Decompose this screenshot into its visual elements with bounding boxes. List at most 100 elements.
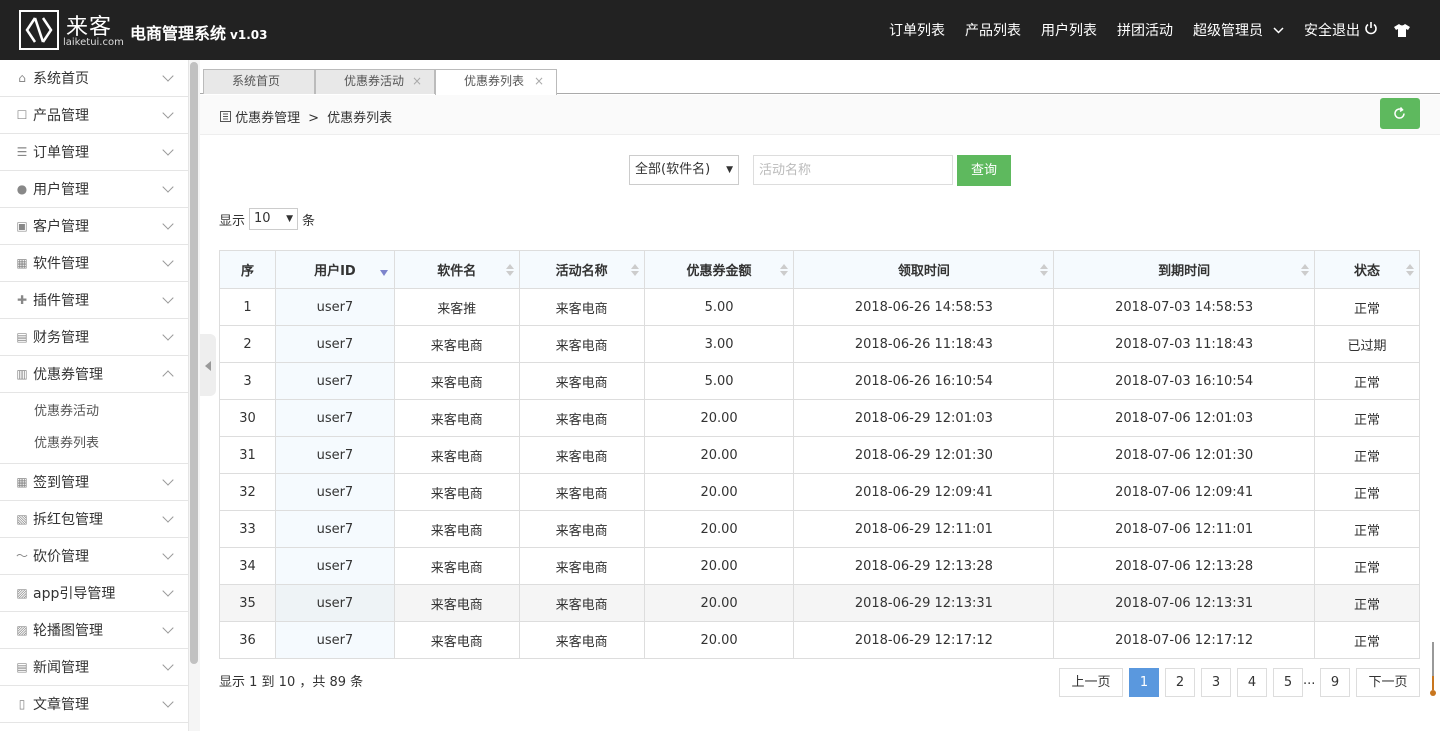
- sidebar-item-bargain[interactable]: 〜砍价管理: [0, 538, 188, 575]
- pager-page-button[interactable]: 2: [1165, 668, 1195, 697]
- column-header-software[interactable]: 软件名: [393, 250, 520, 289]
- column-header-index[interactable]: 序: [219, 250, 276, 289]
- software-filter-select[interactable]: 全部(软件名) ▼: [629, 155, 739, 185]
- sidebar-item-carousel[interactable]: ▨ 轮播图管理: [0, 612, 188, 649]
- admin-label: 超级管理员: [1193, 23, 1263, 39]
- pager-page-button[interactable]: 9: [1320, 668, 1350, 697]
- table-row: 30 user7 来客电商 来客电商 20.00 2018-06-29 12:01:03 2…: [219, 399, 1420, 437]
- tab-coupon-activity[interactable]: 优惠券活动 ×: [315, 69, 435, 94]
- search-button[interactable]: 查询: [957, 155, 1011, 186]
- cell-receive-time: 2018-06-26 16:10:54: [793, 362, 1055, 400]
- sidebar-item-user[interactable]: ● 用户管理: [0, 171, 188, 208]
- sidebar: ⌂ 系统首页 ☐ 产品管理 ☰ 订单管理 ● 用户管理 ▣ 客户管理 ▦ 软件管理 ✚ 插件管…: [0, 60, 189, 731]
- sidebar-item-redpacket[interactable]: ▧ 拆红包管理: [0, 501, 188, 538]
- close-icon[interactable]: ×: [534, 70, 544, 93]
- cell-amount: 20.00: [643, 584, 795, 622]
- sidebar-item-label: app引导管理: [33, 586, 116, 602]
- sidebar-item-label: 产品管理: [33, 108, 89, 124]
- page-length-select[interactable]: 10 ▼: [249, 208, 299, 230]
- sidebar-scrollbar-thumb[interactable]: [190, 62, 198, 664]
- nav-product-list[interactable]: 产品列表: [965, 20, 1021, 40]
- pager-page-button[interactable]: 3: [1201, 668, 1231, 697]
- column-header-activity[interactable]: 活动名称: [518, 250, 645, 289]
- cell-expire-time: 2018-07-06 12:01:30: [1053, 436, 1316, 474]
- table-header-row: 序 用户ID 软件名 活动名称 优惠券金额 领取时间 到期时间 状态: [219, 250, 1420, 289]
- cell-software: 来客电商: [393, 547, 520, 585]
- page-length-prefix: 显示: [219, 213, 246, 229]
- cell-amount: 20.00: [643, 621, 795, 659]
- sidebar-item-coupon[interactable]: ▥ 优惠券管理: [0, 356, 188, 393]
- cell-software: 来客推: [393, 288, 520, 326]
- breadcrumb-parent[interactable]: 优惠券管理: [235, 111, 300, 126]
- cell-user-id: user7: [274, 436, 395, 474]
- sidebar-subitem-coupon-list[interactable]: 优惠券列表: [0, 428, 188, 460]
- top-nav: 订单列表 产品列表 用户列表 拼团活动 超级管理员 安全退出: [889, 0, 1440, 60]
- cell-receive-time: 2018-06-29 12:13:28: [793, 547, 1055, 585]
- column-header-user-id[interactable]: 用户ID: [274, 250, 395, 289]
- pager-page-button[interactable]: 5: [1273, 668, 1303, 697]
- cell-amount: 20.00: [643, 547, 795, 585]
- tab-label: 系统首页: [232, 74, 281, 88]
- table-row: 36 user7 来客电商 来客电商 20.00 2018-06-29 12:17:12 2…: [219, 621, 1420, 659]
- admin-dropdown[interactable]: 超级管理员: [1193, 20, 1284, 40]
- cell-expire-time: 2018-07-03 16:10:54: [1053, 362, 1316, 400]
- pager-page-button[interactable]: 1: [1129, 668, 1159, 697]
- page-length-value: 10: [254, 211, 271, 226]
- sort-icon: [1040, 264, 1049, 276]
- logout-label: 安全退出: [1304, 23, 1360, 39]
- cell-activity: 来客电商: [518, 547, 645, 585]
- refresh-button[interactable]: [1380, 98, 1420, 129]
- sidebar-item-customer[interactable]: ▣ 客户管理: [0, 208, 188, 245]
- nav-group-buy[interactable]: 拼团活动: [1117, 20, 1173, 40]
- cell-user-id: user7: [274, 325, 395, 363]
- sidebar-item-finance[interactable]: ▤ 财务管理: [0, 319, 188, 356]
- sidebar-item-home[interactable]: ⌂ 系统首页: [0, 60, 188, 97]
- sidebar-item-product[interactable]: ☐ 产品管理: [0, 97, 188, 134]
- tab-coupon-list[interactable]: 优惠券列表 ×: [435, 69, 557, 95]
- close-icon[interactable]: ×: [412, 70, 422, 93]
- column-header-label: 序: [240, 264, 254, 279]
- chevron-down-icon: [162, 107, 174, 119]
- cell-amount: 20.00: [643, 399, 795, 437]
- breadcrumb-icon: [220, 111, 235, 126]
- table-row: 35 user7 来客电商 来客电商 20.00 2018-06-29 12:13:31 2…: [219, 584, 1420, 622]
- sidebar-item-app-guide[interactable]: ▨ app引导管理: [0, 575, 188, 612]
- sidebar-item-signin[interactable]: ▦ 签到管理: [0, 464, 188, 501]
- column-header-status[interactable]: 状态: [1314, 250, 1420, 289]
- sidebar-subitem-coupon-activity[interactable]: 优惠券活动: [0, 396, 188, 428]
- column-header-label: 到期时间: [1158, 264, 1211, 279]
- logout-button[interactable]: 安全退出: [1304, 20, 1378, 40]
- activity-name-input[interactable]: [753, 155, 953, 185]
- pager-prev-button[interactable]: 上一页: [1059, 668, 1123, 697]
- cell-user-id: user7: [274, 510, 395, 548]
- tab-home[interactable]: 系统首页: [203, 69, 315, 94]
- pager-next-button[interactable]: 下一页: [1356, 668, 1420, 697]
- calendar-icon: ▦: [16, 475, 28, 489]
- sidebar-item-news[interactable]: ▤ 新闻管理: [0, 649, 188, 686]
- nav-user-list[interactable]: 用户列表: [1041, 20, 1097, 40]
- pager-page-button[interactable]: 4: [1237, 668, 1267, 697]
- sort-icon: [1406, 264, 1414, 276]
- sidebar-item-plugin[interactable]: ✚ 插件管理: [0, 282, 188, 319]
- sidebar-item-article[interactable]: ▯ 文章管理: [0, 686, 188, 723]
- sidebar-item-label: 用户管理: [33, 182, 89, 198]
- sidebar-item-software[interactable]: ▦ 软件管理: [0, 245, 188, 282]
- sidebar-scrollbar[interactable]: [189, 60, 200, 731]
- sidebar-collapse-toggle[interactable]: [200, 334, 216, 396]
- skin-shirt-icon[interactable]: [1394, 23, 1410, 37]
- logo-icon: [19, 10, 59, 50]
- column-header-expire-time[interactable]: 到期时间: [1053, 250, 1316, 289]
- system-version: v1.03: [230, 28, 268, 42]
- cell-amount: 5.00: [643, 362, 795, 400]
- breadcrumb: 优惠券管理 > 优惠券列表: [220, 107, 392, 126]
- column-header-receive-time[interactable]: 领取时间: [793, 250, 1055, 289]
- nav-order-list[interactable]: 订单列表: [889, 20, 945, 40]
- chevron-down-icon: [162, 329, 174, 341]
- chevron-down-icon: [162, 622, 174, 634]
- column-header-amount[interactable]: 优惠券金额: [643, 250, 795, 289]
- sidebar-item-order[interactable]: ☰ 订单管理: [0, 134, 188, 171]
- sidebar-item-label: 客户管理: [33, 219, 89, 235]
- cell-user-id: user7: [274, 473, 395, 511]
- cell-amount: 20.00: [643, 510, 795, 548]
- cell-index: 31: [219, 436, 276, 474]
